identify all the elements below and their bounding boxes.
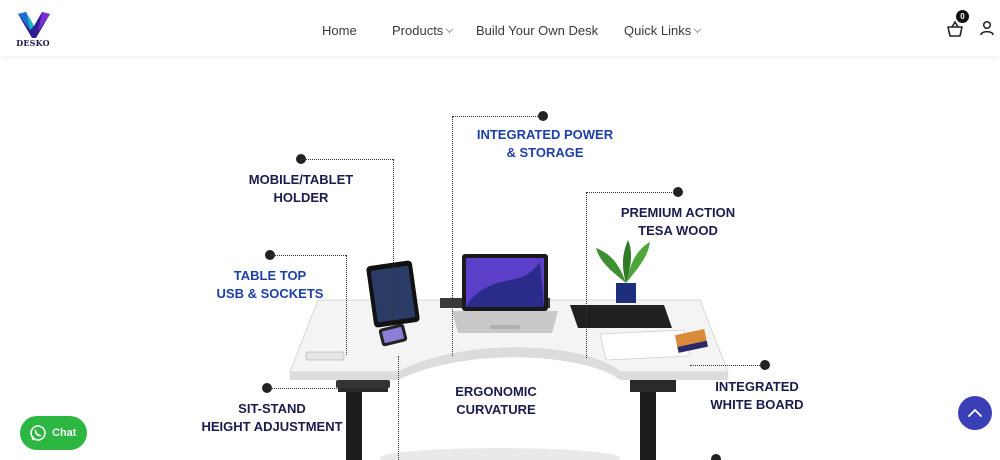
callout-dot-wood (673, 187, 683, 197)
feature-white-board: INTEGRATED WHITE BOARD (710, 379, 804, 412)
callout-line-mobile-v (393, 159, 394, 319)
chevron-down-icon (694, 25, 702, 34)
logo-mark-icon (18, 12, 50, 38)
callout-line-power-v (452, 116, 453, 356)
whatsapp-icon (30, 425, 46, 441)
feature-mobile-holder: MOBILE/TABLET HOLDER (248, 172, 354, 205)
callout-line-whiteboard (690, 365, 762, 366)
feature-ergonomic-curvature: ERGONOMIC CURVATURE (455, 384, 537, 417)
site-header: DESKO Home Products Build Your Own Desk … (0, 0, 1000, 56)
callout-line-ergonomic-v (398, 356, 399, 460)
scroll-to-top-button[interactable] (958, 396, 992, 430)
nav-home[interactable]: Home (322, 23, 357, 38)
chevron-down-icon (446, 25, 454, 34)
chat-button[interactable]: Chat (20, 416, 87, 450)
callout-line-usb-v (346, 255, 347, 355)
nav-build-your-own-desk[interactable]: Build Your Own Desk (476, 23, 598, 38)
nav-build-label: Build Your Own Desk (476, 23, 599, 38)
logo-wordmark: DESKO (16, 38, 50, 48)
desko-logo[interactable]: DESKO (14, 10, 54, 50)
desk-features-hero: INTEGRATED POWER & STORAGE MOBILE/TABLET… (0, 56, 1000, 460)
nav-quick-links-label: Quick Links (624, 23, 692, 38)
nav-products-label: Products (392, 23, 444, 38)
callout-line-wood-v (586, 192, 587, 358)
callout-dot-bottom (711, 454, 721, 460)
callout-line-power (452, 116, 540, 117)
feature-premium-wood: PREMIUM ACTION TESA WOOD (620, 205, 736, 238)
feature-integrated-power: INTEGRATED POWER & STORAGE (476, 127, 614, 160)
nav-quick-links[interactable]: Quick Links (624, 23, 702, 38)
feature-usb-sockets: TABLE TOP USB & SOCKETS (216, 268, 324, 301)
feature-sit-stand: SIT-STAND HEIGHT ADJUSTMENT (201, 401, 343, 434)
user-icon[interactable] (980, 20, 994, 36)
cart-count-badge: 0 (956, 10, 969, 23)
callout-line-sit-stand (267, 388, 337, 389)
nav-products[interactable]: Products (392, 23, 454, 38)
nav-home-label: Home (322, 23, 357, 38)
callout-line-wood (586, 192, 674, 193)
chat-label: Chat (52, 427, 77, 439)
callout-line-mobile (301, 159, 393, 160)
callout-line-usb (270, 255, 346, 256)
chevron-up-icon (968, 409, 982, 417)
